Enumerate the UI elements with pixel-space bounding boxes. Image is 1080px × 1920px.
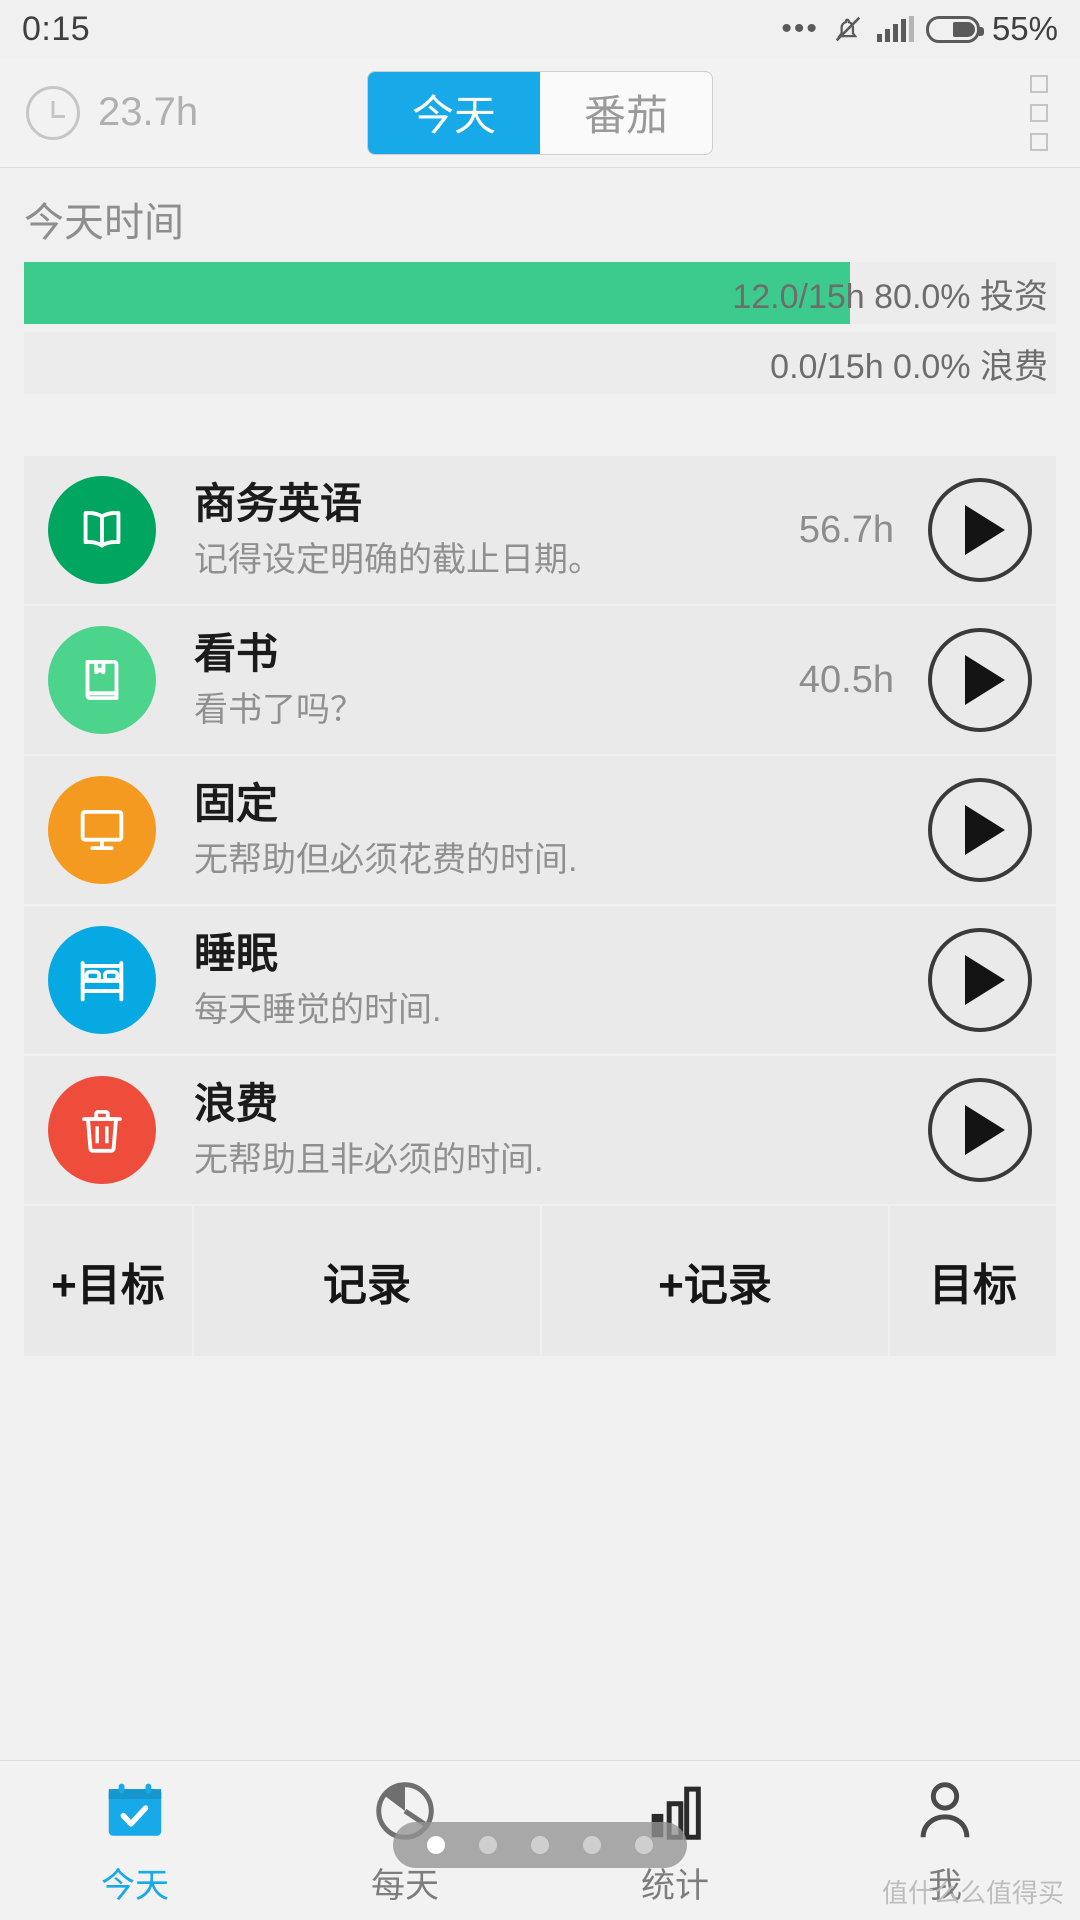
- today-time-panel: 今天时间 12.0/15h 80.0% 投资 0.0/15h 0.0% 浪费: [0, 168, 1080, 456]
- goal-name: 商务英语: [194, 480, 363, 528]
- play-icon: [965, 505, 1005, 555]
- signal-bars-icon: [876, 16, 914, 42]
- goal-row[interactable]: 商务英语 记得设定明确的截止日期。 56.7h: [24, 456, 1056, 606]
- goal-text-block: 浪费无帮助且非必须的时间.: [194, 1080, 894, 1180]
- panel-spacer: [24, 402, 1056, 456]
- progress-label-waste: 0.0/15h 0.0% 浪费: [770, 347, 1048, 386]
- progress-bar-invest[interactable]: 12.0/15h 80.0% 投资: [24, 262, 1056, 324]
- goal-row[interactable]: 看书 看书了吗？ 40.5h: [24, 606, 1056, 756]
- play-icon: [965, 955, 1005, 1005]
- watermark: 值什么么值得买: [881, 1878, 1064, 1908]
- status-bar-icons: ••• 55%: [781, 10, 1058, 48]
- status-bar: 0:15 ••• 55%: [0, 0, 1080, 58]
- overflow-dot-2: [1030, 103, 1048, 122]
- person-icon: [910, 1774, 980, 1848]
- page-indicator-dots[interactable]: [393, 1822, 687, 1868]
- nav-label-today: 今天: [101, 1867, 169, 1905]
- clock-icon: [26, 85, 80, 140]
- goal-row[interactable]: 固定无帮助但必须花费的时间.: [24, 756, 1056, 906]
- goal-description: 看书了吗？: [194, 691, 364, 730]
- goals-button[interactable]: 目标: [890, 1206, 1056, 1356]
- goal-description: 无帮助且非必须的时间.: [194, 1141, 544, 1180]
- closed-book-icon: [48, 626, 156, 734]
- goal-description: 无帮助但必须花费的时间.: [194, 841, 578, 880]
- goal-name: 看书: [194, 630, 279, 678]
- goal-play-button[interactable]: [928, 478, 1032, 582]
- calendar-check-icon: [100, 1774, 170, 1848]
- goal-play-button[interactable]: [928, 628, 1032, 732]
- goal-hours: 40.5h: [798, 658, 894, 701]
- goal-row[interactable]: 浪费无帮助且非必须的时间.: [24, 1056, 1056, 1206]
- goal-hours: 56.7h: [798, 508, 894, 551]
- goal-list: 商务英语 记得设定明确的截止日期。 56.7h 看书 看书了吗？ 40.5h 固定 无帮助但必…: [0, 456, 1080, 1206]
- page-dot[interactable]: [479, 1836, 497, 1854]
- today-time-title: 今天时间: [24, 201, 184, 245]
- goal-description: 每天睡觉的时间.: [194, 991, 442, 1030]
- app-header: 23.7h 今天 番茄: [0, 58, 1080, 168]
- goal-text-block: 固定无帮助但必须花费的时间.: [194, 780, 894, 880]
- goal-description: 记得设定明确的截止日期。: [194, 541, 602, 580]
- page-dot[interactable]: [635, 1836, 653, 1854]
- goal-name: 浪费: [194, 1080, 279, 1128]
- trash-icon: [48, 1076, 156, 1184]
- add-record-button[interactable]: +记录: [542, 1206, 890, 1356]
- open-book-icon: [48, 476, 156, 584]
- play-icon: [965, 655, 1005, 705]
- battery-icon: [925, 15, 984, 43]
- goal-play-button[interactable]: [928, 778, 1032, 882]
- overflow-dot-1: [1030, 74, 1048, 93]
- goal-name: 固定: [194, 780, 279, 828]
- view-mode-tabs[interactable]: 今天 番茄: [367, 70, 713, 155]
- mute-bell-icon: [835, 16, 861, 42]
- overflow-dot-3: [1030, 132, 1048, 151]
- monitor-icon: [48, 776, 156, 884]
- bottom-navigation: 今天 每天 统计 我 值什么么值得买: [0, 1760, 1080, 1920]
- progress-fill-invest: [24, 262, 850, 324]
- progress-bar-waste[interactable]: 0.0/15h 0.0% 浪费: [24, 332, 1056, 394]
- page-dot[interactable]: [427, 1836, 445, 1854]
- goal-play-button[interactable]: [928, 928, 1032, 1032]
- total-time-indicator[interactable]: 23.7h: [26, 85, 199, 140]
- goal-text-block: 看书看书了吗？: [194, 630, 799, 730]
- page-dot[interactable]: [531, 1836, 549, 1854]
- page-dot[interactable]: [583, 1836, 601, 1854]
- play-icon: [965, 805, 1005, 855]
- goal-text-block: 商务英语记得设定明确的截止日期。: [194, 480, 799, 580]
- overflow-menu-icon[interactable]: [1024, 69, 1054, 157]
- tab-pomodoro[interactable]: 番茄: [540, 72, 712, 154]
- battery-percent: 55%: [991, 10, 1058, 47]
- bed-icon: [48, 926, 156, 1034]
- add-goal-button[interactable]: +目标: [24, 1206, 194, 1356]
- goal-text-block: 睡眠每天睡觉的时间.: [194, 930, 894, 1030]
- progress-label-invest: 12.0/15h 80.0% 投资: [732, 277, 1048, 316]
- action-button-row: +目标 记录 +记录 目标: [0, 1206, 1080, 1356]
- app-screen: 0:15 ••• 55% 23.7h 今天 番茄 今天时间 12.0/15h 8…: [0, 0, 1080, 1920]
- total-hours-label: 23.7h: [98, 90, 199, 134]
- tab-today[interactable]: 今天: [368, 71, 540, 154]
- goal-play-button[interactable]: [928, 1078, 1032, 1182]
- nav-item-today[interactable]: 今天: [0, 1761, 270, 1920]
- more-dots-icon: •••: [781, 12, 819, 45]
- goal-row[interactable]: 睡眠每天睡觉的时间.: [24, 906, 1056, 1056]
- status-bar-clock: 0:15: [22, 9, 91, 48]
- play-icon: [965, 1105, 1005, 1155]
- records-button[interactable]: 记录: [194, 1206, 542, 1356]
- goal-name: 睡眠: [194, 930, 279, 978]
